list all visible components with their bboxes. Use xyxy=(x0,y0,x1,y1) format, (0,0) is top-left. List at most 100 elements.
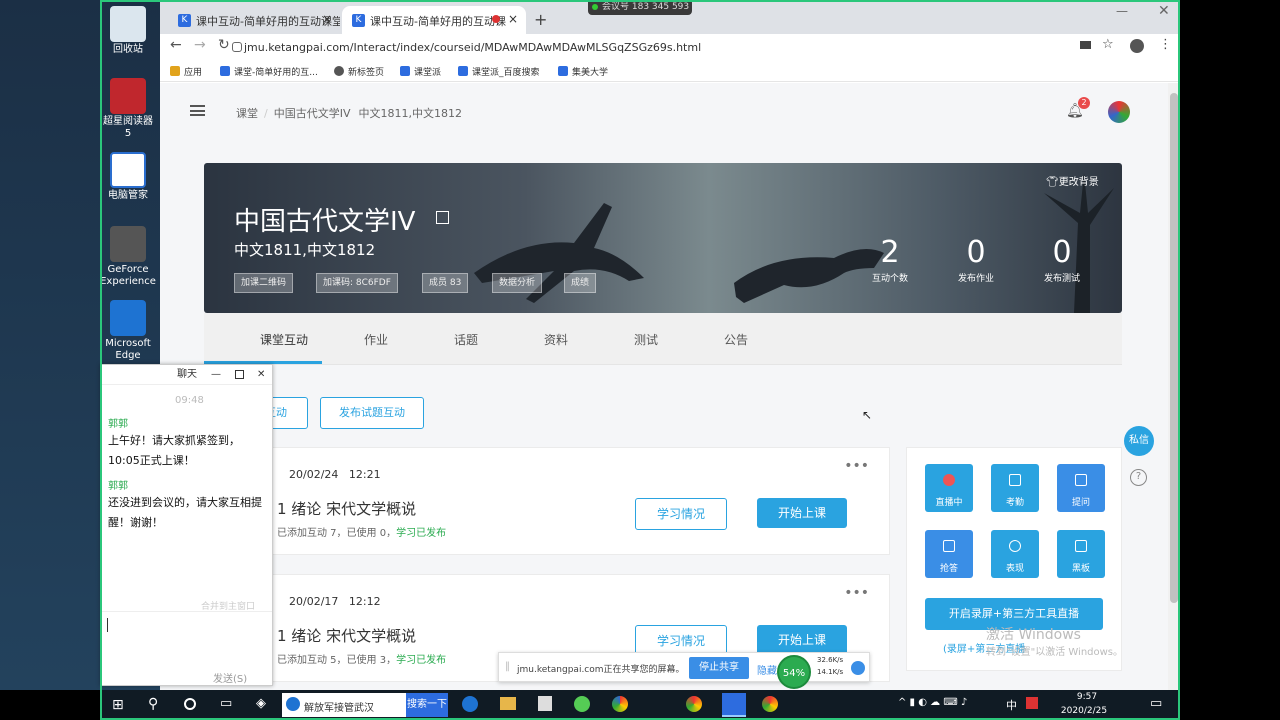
change-background-button[interactable]: 👕︎更改背景 xyxy=(1046,173,1099,188)
browser-tab-2[interactable]: K 课中互动-简单好用的互动课 × xyxy=(342,6,526,34)
store-icon[interactable] xyxy=(538,696,552,711)
camera-icon[interactable] xyxy=(1080,41,1091,49)
tab-homework[interactable]: 作业 xyxy=(364,331,388,348)
minimize-window-icon[interactable]: — xyxy=(1116,4,1128,18)
bookmark-ketangpai-1[interactable]: 课堂-简单好用的互... xyxy=(220,65,318,78)
clock-time[interactable]: 9:57 xyxy=(1062,692,1112,702)
reload-icon[interactable]: ↻ xyxy=(218,37,230,53)
url-field[interactable]: jmu.ketangpai.com/Interact/index/coursei… xyxy=(244,38,1064,58)
study-status-button[interactable]: 学习情况 xyxy=(635,498,727,530)
ime-indicator[interactable]: 中 xyxy=(1006,697,1017,713)
course-code-dropdown[interactable]: 加课码: 8C6FDF xyxy=(316,273,398,293)
bookmark-new-tab[interactable]: 新标签页 xyxy=(334,65,384,78)
tab-materials[interactable]: 资料 xyxy=(544,331,568,348)
desktop-icon-geforce[interactable]: GeForce Experience xyxy=(100,226,156,288)
menu-dots-icon[interactable]: ⋮ xyxy=(1159,37,1172,52)
close-window-icon[interactable]: ✕ xyxy=(1158,3,1170,19)
chat-input[interactable] xyxy=(101,611,272,667)
windows-start-icon[interactable]: ⊞ xyxy=(112,697,124,713)
search-icon[interactable]: ⚲ xyxy=(148,696,158,712)
avatar[interactable] xyxy=(1108,101,1130,123)
app-colorful-icon[interactable] xyxy=(612,696,628,712)
chrome-icon-2[interactable] xyxy=(762,696,778,712)
help-icon[interactable]: ? xyxy=(1130,469,1147,486)
desktop-icon-pc-manager[interactable]: 电脑管家 xyxy=(100,152,156,202)
chat-message: 还没进到会议的，请大家互相提醒！谢谢！ xyxy=(108,496,262,529)
page-scrollbar[interactable] xyxy=(1168,83,1180,690)
new-tab-button[interactable]: + xyxy=(534,10,547,29)
drag-handle-icon[interactable]: ‖ xyxy=(505,661,510,672)
stat-tests[interactable]: 0 发布测试 xyxy=(1032,235,1092,284)
tool-performance[interactable]: 表现 xyxy=(991,530,1039,578)
minimize-icon[interactable]: — xyxy=(211,365,221,385)
send-button[interactable]: 发送(S) xyxy=(213,670,247,685)
hamburger-menu-icon[interactable] xyxy=(190,105,205,116)
browser-360-icon[interactable] xyxy=(574,696,590,712)
close-tab-icon[interactable]: × xyxy=(508,12,518,26)
close-tab-icon[interactable]: × xyxy=(322,12,332,26)
scrollbar-thumb[interactable] xyxy=(1170,93,1178,603)
breadcrumb-course[interactable]: 中国古代文学IV xyxy=(274,107,351,120)
desktop-icon-edge[interactable]: Microsoft Edge xyxy=(100,300,156,362)
desktop-icon-chaoxing[interactable]: 超星阅读器5 xyxy=(100,78,156,140)
tab-topics[interactable]: 话题 xyxy=(454,331,478,348)
more-options-icon[interactable]: ••• xyxy=(844,458,869,474)
tool-blackboard[interactable]: 黑板 xyxy=(1057,530,1105,578)
tool-question[interactable]: 提问 xyxy=(1057,464,1105,512)
maximize-icon[interactable] xyxy=(235,370,244,379)
stop-sharing-button[interactable]: 停止共享 xyxy=(689,657,749,679)
lesson-title[interactable]: 1 绪论 宋代文学概说 xyxy=(277,625,416,646)
bookmark-jmu[interactable]: 集美大学 xyxy=(558,65,608,78)
tool-live[interactable]: 直播中 xyxy=(925,464,973,512)
tab-announcements[interactable]: 公告 xyxy=(724,331,748,348)
back-icon[interactable]: ← xyxy=(170,37,182,53)
members-button[interactable]: 成员 83 xyxy=(422,273,469,293)
qr-code-button[interactable]: 加课二维码 xyxy=(234,273,294,293)
desktop-icon-recycle-bin[interactable]: 回收站 xyxy=(100,6,156,56)
bookmark-baidu[interactable]: 课堂派_百度搜索 xyxy=(458,65,540,78)
close-icon[interactable]: ✕ xyxy=(257,365,265,385)
profile-icon[interactable] xyxy=(1130,39,1144,53)
start-class-button[interactable]: 开始上课 xyxy=(757,625,847,655)
task-view-icon[interactable]: ▭ xyxy=(220,696,232,711)
chrome-icon[interactable] xyxy=(686,696,702,712)
tool-attendance[interactable]: 考勤 xyxy=(991,464,1039,512)
stat-homework[interactable]: 0 发布作业 xyxy=(946,235,1006,284)
lesson-card[interactable]: 20/02/24 12:21 ••• 1 绪论 宋代文学概说 已添加互动 7，已… xyxy=(268,447,890,555)
data-analysis-button[interactable]: 数据分析 xyxy=(492,273,543,293)
search-button[interactable]: 搜索一下 xyxy=(406,693,448,717)
cortana-icon[interactable] xyxy=(184,698,196,710)
bookmark-ketangpai-2[interactable]: 课堂派 xyxy=(400,65,441,78)
tencent-meeting-icon[interactable] xyxy=(722,693,746,717)
breadcrumb-home[interactable]: 课堂 xyxy=(236,107,258,120)
tab-tests[interactable]: 测试 xyxy=(634,331,658,348)
file-explorer-icon[interactable] xyxy=(500,697,516,710)
browser-tab-1[interactable]: K 课中互动-简单好用的互动课堂管 × xyxy=(168,6,340,34)
edit-title-icon[interactable] xyxy=(436,211,449,224)
tool-quick-answer[interactable]: 抢答 xyxy=(925,530,973,578)
taskbar-search-box[interactable]: 解放军接管武汉 搜索一下 xyxy=(282,693,448,717)
chat-title: 聊天 xyxy=(177,369,197,380)
tab-interaction[interactable]: 课堂互动 xyxy=(260,331,308,348)
notification-center-icon[interactable]: ▭ xyxy=(1150,696,1162,711)
bookmark-apps[interactable]: 应用 xyxy=(170,65,202,78)
private-message-button[interactable]: 私信 xyxy=(1124,426,1154,456)
clock-date[interactable]: 2020/2/25 xyxy=(1052,706,1116,716)
edge-taskbar-icon[interactable] xyxy=(462,696,478,712)
ketangpai-icon xyxy=(400,66,410,76)
sogou-icon[interactable] xyxy=(1026,697,1038,709)
tray-icons[interactable]: ^ ▮ ◐ ☁ ⌨ ♪ xyxy=(898,697,967,708)
stat-interactions[interactable]: 2 互动个数 xyxy=(860,235,920,284)
plus-icon[interactable] xyxy=(851,661,865,675)
publish-quiz-button[interactable]: 发布试题互动 xyxy=(320,397,424,429)
more-options-icon[interactable]: ••• xyxy=(844,585,869,601)
app-icon[interactable]: ◈ xyxy=(256,696,266,711)
bookmark-star-icon[interactable]: ☆ xyxy=(1102,37,1114,52)
cpu-usage-ball[interactable]: 54% xyxy=(777,655,811,689)
start-class-button[interactable]: 开始上课 xyxy=(757,498,847,528)
lock-icon[interactable] xyxy=(232,42,242,52)
forward-icon[interactable]: → xyxy=(194,37,206,53)
lesson-title[interactable]: 1 绪论 宋代文学概说 xyxy=(277,498,416,519)
hide-button[interactable]: 隐藏 xyxy=(757,662,777,677)
grades-button[interactable]: 成绩 xyxy=(564,273,597,293)
